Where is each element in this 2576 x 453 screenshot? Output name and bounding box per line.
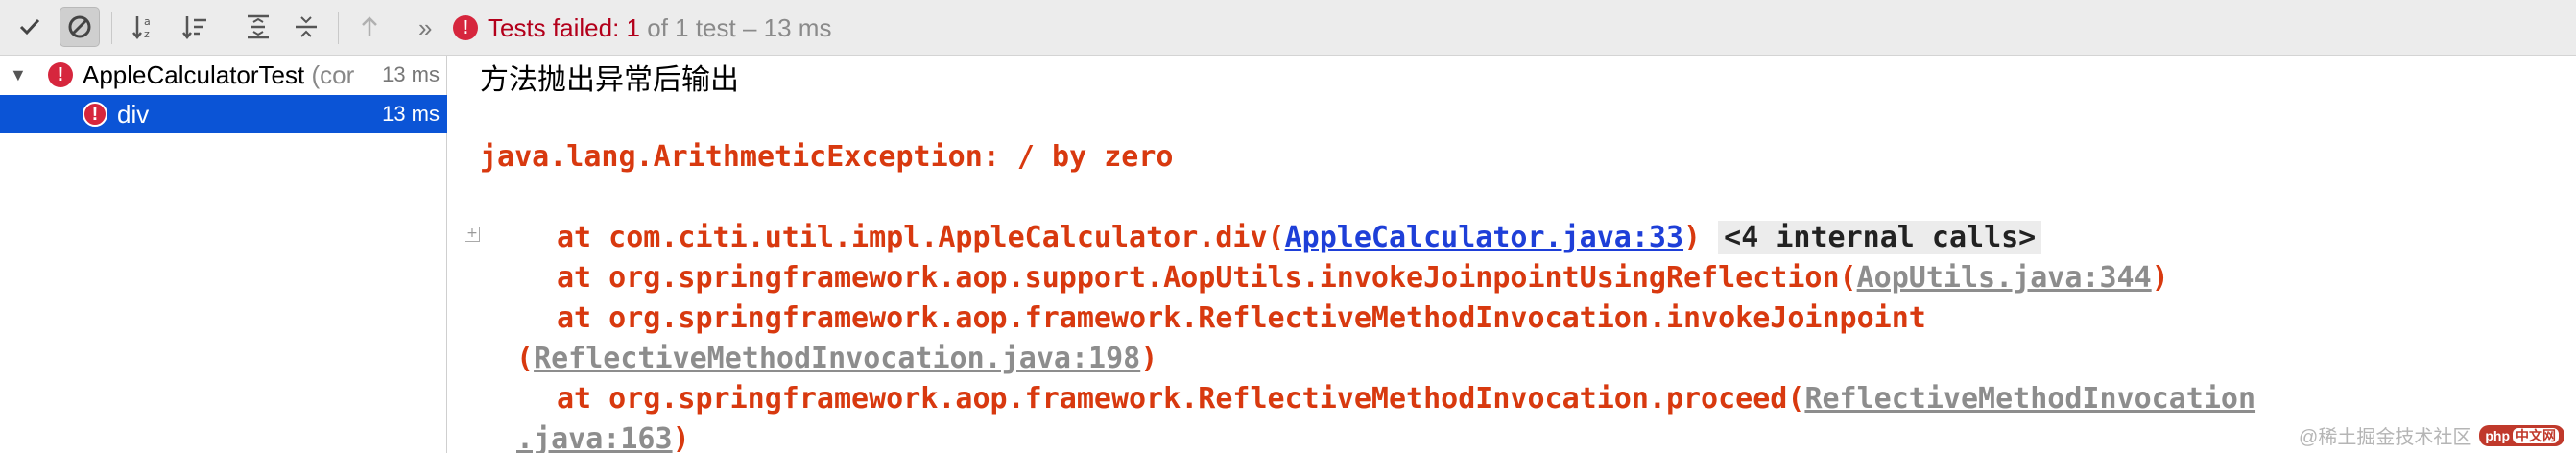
watermark-text: @稀土掘金技术社区: [2299, 427, 2472, 448]
svg-text:z: z: [144, 28, 150, 40]
error-icon: !: [453, 15, 478, 40]
failed-icon: !: [83, 102, 107, 127]
status-rest: of 1 test – 13 ms: [647, 12, 832, 42]
source-link[interactable]: AopUtils.java:344: [1857, 261, 2152, 295]
test-tree: ▼ ! AppleCalculatorTest (cor 13 ms ! div…: [0, 56, 447, 453]
status-label: Tests failed:: [488, 12, 620, 42]
internal-calls-fold[interactable]: <4 internal calls>: [1718, 221, 2042, 254]
source-link[interactable]: ReflectiveMethodInvocation.java:198: [534, 342, 1140, 375]
expand-all-icon: [248, 14, 269, 39]
show-passed-button[interactable]: [10, 7, 50, 47]
tree-row-root[interactable]: ▼ ! AppleCalculatorTest (cor 13 ms: [0, 56, 447, 94]
sort-alpha-icon: az: [132, 15, 151, 40]
collapse-all-button[interactable]: [286, 7, 326, 47]
stack-frame: at org.springframework.aop.framework.Ref…: [557, 382, 2256, 416]
check-icon: [19, 18, 40, 36]
cancel-icon: [68, 15, 91, 38]
stack-frame-continuation: .java:163): [516, 422, 690, 453]
failed-icon: !: [48, 62, 73, 87]
previous-failed-button[interactable]: [349, 7, 390, 47]
stack-frame: at com.citi.util.impl.AppleCalculator.di…: [557, 221, 2042, 254]
root-test-name: AppleCalculatorTest: [83, 60, 305, 89]
child-test-name: div: [117, 99, 150, 129]
collapse-all-icon: [296, 16, 317, 37]
expand-all-button[interactable]: [238, 7, 278, 47]
source-link[interactable]: AppleCalculator.java:33: [1285, 221, 1683, 254]
failed-count: 1: [626, 12, 640, 42]
more-chevron-icon[interactable]: »: [418, 13, 432, 43]
test-status: ! Tests failed: 1 of 1 test – 13 ms: [453, 11, 831, 45]
source-link[interactable]: ReflectiveMethodInvocation: [1804, 382, 2255, 416]
stack-frame: at org.springframework.aop.support.AopUt…: [557, 261, 2169, 295]
sort-duration-icon: [182, 16, 206, 40]
show-ignored-button[interactable]: [60, 7, 100, 47]
source-link[interactable]: .java:163: [516, 422, 673, 453]
exception-line: java.lang.ArithmeticException: / by zero: [480, 140, 1174, 174]
child-test-time: 13 ms: [382, 102, 440, 126]
sort-alphabetically-button[interactable]: az: [125, 7, 165, 47]
sort-by-duration-button[interactable]: [175, 7, 215, 47]
console-output[interactable]: 方法抛出异常后输出 java.lang.ArithmeticException:…: [451, 56, 2576, 453]
stack-frame-continuation: (ReflectiveMethodInvocation.java:198): [516, 342, 1158, 375]
tree-row-div[interactable]: ! div 13 ms: [0, 95, 447, 133]
root-test-suffix: (cor: [311, 60, 355, 89]
test-toolbar: az » ! Tests failed: 1 of 1 test – 13 ms: [0, 0, 2576, 56]
fold-toggle-icon[interactable]: +: [465, 226, 480, 242]
arrow-up-icon: [362, 16, 377, 36]
watermark: @稀土掘金技术社区 php 中文网: [2299, 421, 2564, 449]
console-heading: 方法抛出异常后输出: [480, 63, 739, 97]
svg-text:a: a: [144, 15, 151, 28]
expand-arrow-icon[interactable]: ▼: [10, 65, 27, 85]
stack-frame: at org.springframework.aop.framework.Ref…: [557, 301, 1926, 335]
root-test-time: 13 ms: [382, 62, 440, 86]
php-logo: php 中文网: [2479, 424, 2564, 446]
